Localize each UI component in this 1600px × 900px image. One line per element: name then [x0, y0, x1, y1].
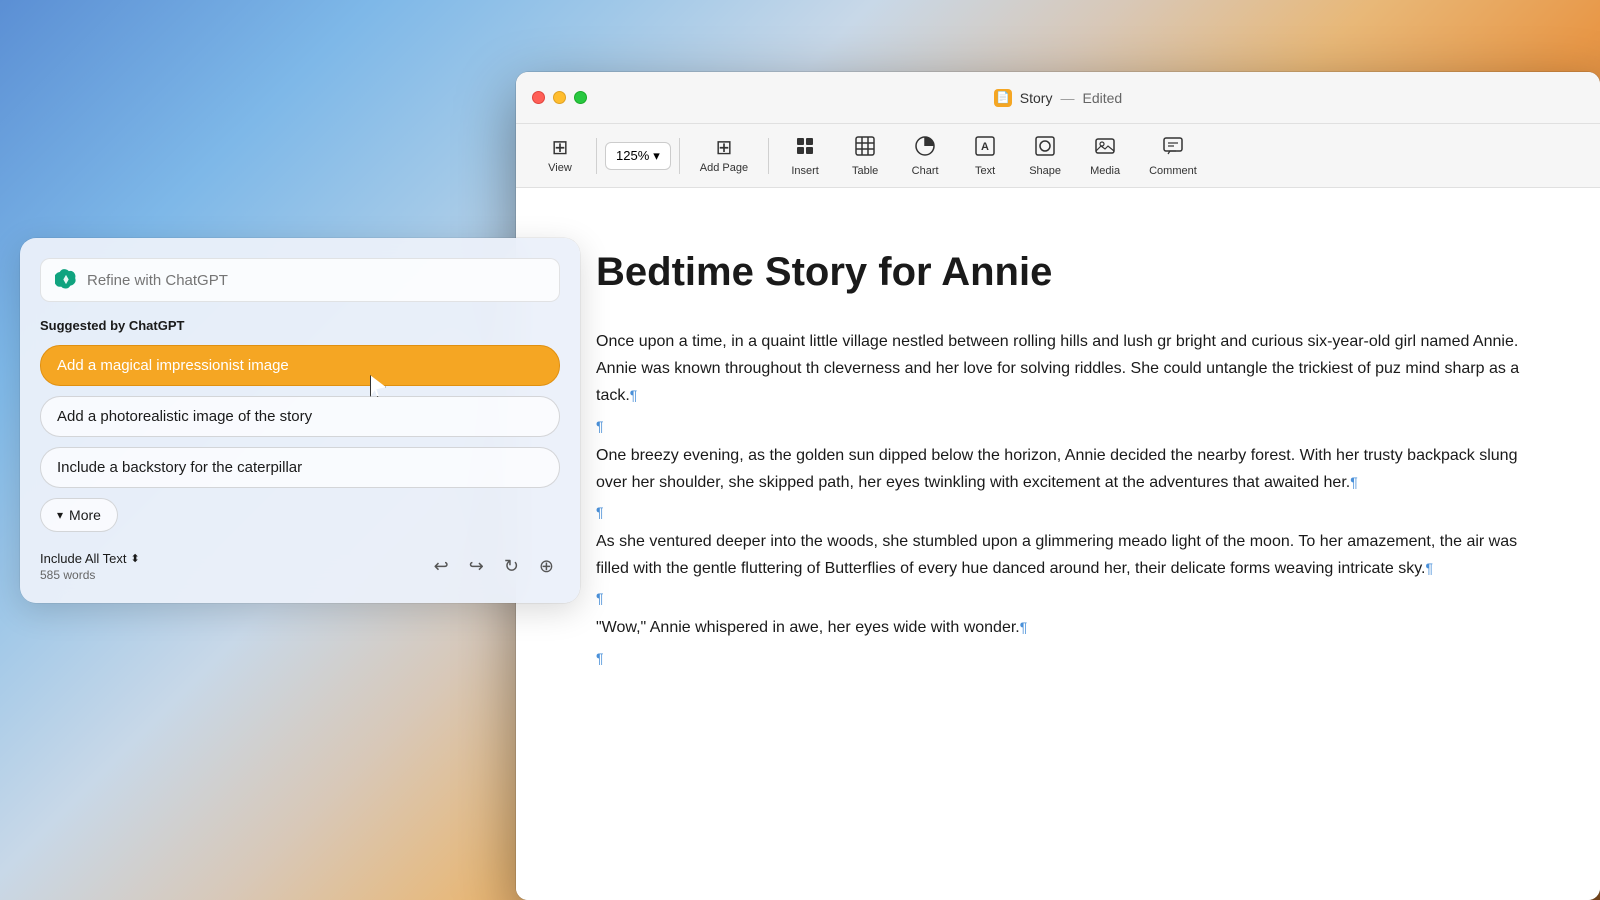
- suggestion-2-text: Add a photorealistic image of the story: [57, 408, 312, 425]
- paragraph-1: Once upon a time, in a quaint little vil…: [596, 328, 1520, 410]
- media-label: Media: [1090, 165, 1120, 177]
- comment-label: Comment: [1149, 165, 1197, 177]
- redo-button[interactable]: ↪: [463, 550, 490, 583]
- table-button[interactable]: Table: [837, 129, 893, 183]
- pilcrow-line-4: ¶: [596, 650, 1520, 666]
- zoom-control[interactable]: 125% ▾: [605, 142, 671, 170]
- title-bar: 📄 Story — Edited: [516, 72, 1600, 124]
- document-title-text: Story: [1020, 90, 1053, 106]
- undo-button[interactable]: ↩: [428, 550, 455, 583]
- media-button[interactable]: Media: [1077, 129, 1133, 183]
- pages-window: 📄 Story — Edited ⊞ View 125% ▾ ⊞ Add Pag…: [516, 72, 1600, 900]
- suggestion-button-1[interactable]: Add a magical impressionist image: [40, 345, 560, 386]
- chevron-down-icon: ▾: [57, 508, 63, 522]
- add-page-icon: ⊞: [716, 138, 733, 158]
- pilcrow-3: ¶: [1425, 560, 1433, 576]
- include-all-text-label: Include All Text ⬍: [40, 551, 140, 566]
- pilcrow-line-2: ¶: [596, 504, 1520, 520]
- table-icon: [854, 135, 876, 161]
- close-button[interactable]: [532, 91, 545, 104]
- paragraph-2: One breezy evening, as the golden sun di…: [596, 442, 1520, 496]
- maximize-button[interactable]: [574, 91, 587, 104]
- suggestion-1-text: Add a magical impressionist image: [57, 357, 289, 374]
- window-title: 📄 Story — Edited: [994, 89, 1122, 107]
- zoom-value: 125%: [616, 148, 649, 163]
- pilcrow-4: ¶: [1020, 619, 1028, 635]
- document-heading: Bedtime Story for Annie: [596, 248, 1520, 296]
- document-icon: 📄: [994, 89, 1012, 107]
- toolbar-divider-2: [679, 138, 680, 174]
- add-page-label: Add Page: [700, 162, 748, 174]
- suggestion-button-2[interactable]: Add a photorealistic image of the story: [40, 396, 560, 437]
- more-label: More: [69, 507, 101, 523]
- title-separator: —: [1060, 90, 1074, 106]
- toolbar-divider-3: [768, 138, 769, 174]
- shape-button[interactable]: Shape: [1017, 129, 1073, 183]
- shape-icon: [1034, 135, 1056, 161]
- table-label: Table: [852, 165, 878, 177]
- pilcrow-line-3: ¶: [596, 590, 1520, 606]
- chart-label: Chart: [912, 165, 939, 177]
- paragraph-3-text: As she ventured deeper into the woods, s…: [596, 533, 1517, 577]
- include-all-text-control[interactable]: Include All Text ⬍ 585 words: [40, 551, 140, 582]
- chatgpt-logo-icon: [55, 269, 77, 291]
- pilcrow-1: ¶: [630, 387, 638, 403]
- suggested-label: Suggested by ChatGPT: [40, 318, 560, 333]
- chatgpt-panel: Suggested by ChatGPT Add a magical impre…: [20, 238, 580, 603]
- paragraph-1-text: Once upon a time, in a quaint little vil…: [596, 333, 1519, 404]
- insert-button[interactable]: Insert: [777, 129, 833, 183]
- comment-button[interactable]: Comment: [1137, 129, 1209, 183]
- add-button[interactable]: ⊕: [533, 550, 560, 583]
- suggestion-button-3[interactable]: Include a backstory for the caterpillar: [40, 447, 560, 488]
- chart-icon: [914, 135, 936, 161]
- undo-icon: ↩: [434, 556, 449, 576]
- paragraph-4-text: "Wow," Annie whispered in awe, her eyes …: [596, 619, 1020, 636]
- insert-label: Insert: [791, 165, 819, 177]
- paragraph-4: "Wow," Annie whispered in awe, her eyes …: [596, 614, 1520, 641]
- text-label: Text: [975, 165, 995, 177]
- add-page-button[interactable]: ⊞ Add Page: [688, 132, 760, 180]
- word-count: 585 words: [40, 568, 140, 582]
- footer-actions: ↩ ↪ ↻ ⊕: [428, 550, 560, 583]
- shape-label: Shape: [1029, 165, 1061, 177]
- minimize-button[interactable]: [553, 91, 566, 104]
- include-chevron-icon: ⬍: [130, 552, 139, 565]
- refresh-icon: ↻: [504, 556, 519, 576]
- edited-label: Edited: [1082, 90, 1122, 106]
- zoom-chevron-icon: ▾: [653, 148, 660, 164]
- suggestion-3-text: Include a backstory for the caterpillar: [57, 459, 302, 476]
- pilcrow-2: ¶: [1350, 474, 1358, 490]
- toolbar-divider-1: [596, 138, 597, 174]
- pilcrow-line-1: ¶: [596, 418, 1520, 434]
- view-button[interactable]: ⊞ View: [532, 132, 588, 180]
- view-label: View: [548, 162, 572, 174]
- view-icon: ⊞: [552, 138, 569, 158]
- refresh-button[interactable]: ↻: [498, 550, 525, 583]
- media-icon: [1094, 135, 1116, 161]
- panel-footer: Include All Text ⬍ 585 words ↩ ↪ ↻ ⊕: [40, 550, 560, 583]
- paragraph-2-text: One breezy evening, as the golden sun di…: [596, 447, 1517, 491]
- comment-icon: [1162, 135, 1184, 161]
- window-controls: [532, 91, 587, 104]
- chatgpt-search-bar[interactable]: [40, 258, 560, 302]
- chart-button[interactable]: Chart: [897, 129, 953, 183]
- svg-text:A: A: [981, 141, 989, 153]
- insert-icon: [794, 135, 816, 161]
- toolbar: ⊞ View 125% ▾ ⊞ Add Page Insert: [516, 124, 1600, 188]
- paragraph-3: As she ventured deeper into the woods, s…: [596, 528, 1520, 582]
- text-icon: A: [974, 135, 996, 161]
- chatgpt-search-input[interactable]: [87, 272, 545, 289]
- more-button[interactable]: ▾ More: [40, 498, 118, 532]
- redo-icon: ↪: [469, 556, 484, 576]
- add-icon: ⊕: [539, 556, 554, 576]
- text-button[interactable]: A Text: [957, 129, 1013, 183]
- document-content: Bedtime Story for Annie Once upon a time…: [516, 188, 1600, 900]
